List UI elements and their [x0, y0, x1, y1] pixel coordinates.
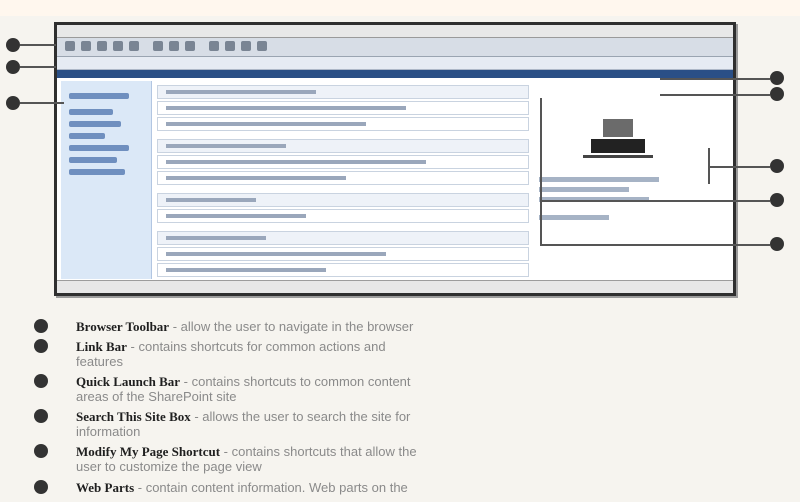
quick-launch-item	[69, 145, 129, 151]
description-term: Link Bar	[76, 339, 127, 354]
description-text: - allow the user to navigate in the brow…	[169, 319, 414, 334]
edit-icon	[241, 41, 251, 51]
callout-leader	[660, 78, 770, 80]
quick-launch-item	[69, 121, 121, 127]
callout-leader	[20, 66, 56, 68]
callout-number-icon	[770, 237, 784, 251]
numbered-bullet-icon	[34, 374, 48, 388]
forward-icon	[81, 41, 91, 51]
description-term: Quick Launch Bar	[76, 374, 181, 389]
quick-launch-item	[69, 133, 105, 139]
right-pane	[539, 85, 721, 277]
description-text: - contains shortcuts that allow the	[220, 444, 417, 459]
web-part-row	[157, 263, 529, 277]
web-part-header	[157, 85, 529, 99]
description-text: - contains shortcuts to common content	[180, 374, 411, 389]
web-part-row	[157, 247, 529, 261]
description-item: Link Bar - contains shortcuts for common…	[76, 339, 386, 354]
status-bar	[57, 280, 733, 293]
callout-leader	[660, 94, 770, 96]
description-item: Browser Toolbar - allow the user to navi…	[76, 319, 413, 334]
quick-launch-item	[69, 169, 125, 175]
web-part-header	[157, 193, 529, 207]
description-term: Search This Site Box	[76, 409, 191, 424]
callout-number-icon	[770, 87, 784, 101]
sharepoint-logo-icon	[583, 119, 653, 158]
description-text: - contains shortcuts for common actions …	[126, 339, 386, 354]
quick-launch-item	[69, 109, 113, 115]
heading-strip	[0, 0, 800, 16]
numbered-bullet-icon	[34, 339, 48, 353]
favorites-icon	[169, 41, 179, 51]
callout-number-icon	[770, 159, 784, 173]
description-item: Quick Launch Bar - contains shortcuts to…	[76, 374, 411, 389]
numbered-bullet-icon	[34, 409, 48, 423]
description-continuation: user to customize the page view	[76, 459, 262, 474]
numbered-bullet-icon	[34, 480, 48, 494]
web-part-row	[157, 171, 529, 185]
description-continuation: areas of the SharePoint site	[76, 389, 237, 404]
callout-number-icon	[770, 71, 784, 85]
numbered-bullet-icon	[34, 319, 48, 333]
callout-leader	[540, 200, 770, 202]
web-part-row	[157, 155, 529, 169]
web-part-row	[157, 101, 529, 115]
web-part-row	[157, 209, 529, 223]
link-bar	[57, 70, 733, 78]
web-parts-area	[157, 85, 529, 277]
search-icon	[153, 41, 163, 51]
quick-launch-item	[69, 93, 129, 99]
browser-toolbar	[57, 38, 733, 57]
back-icon	[65, 41, 75, 51]
mail-icon	[209, 41, 219, 51]
web-part-header	[157, 231, 529, 245]
callout-number-icon	[6, 96, 20, 110]
description-term: Browser Toolbar	[76, 319, 170, 334]
address-bar	[57, 57, 733, 70]
callout-leader	[20, 102, 64, 104]
quick-launch-bar	[61, 81, 152, 279]
callout-number-icon	[6, 60, 20, 74]
description-item: Modify My Page Shortcut - contains short…	[76, 444, 417, 459]
callout-leader	[540, 244, 770, 246]
callout-leader	[708, 166, 770, 168]
print-icon	[225, 41, 235, 51]
home-icon	[129, 41, 139, 51]
numbered-bullet-icon	[34, 444, 48, 458]
description-item: Web Parts - contain content information.…	[76, 480, 408, 495]
refresh-icon	[113, 41, 123, 51]
callout-number-icon	[6, 38, 20, 52]
browser-window-screenshot	[54, 22, 736, 296]
description-term: Web Parts	[76, 480, 135, 495]
description-item: Search This Site Box - allows the user t…	[76, 409, 410, 424]
description-continuation: information	[76, 424, 141, 439]
callout-leader	[20, 44, 56, 46]
quick-launch-item	[69, 157, 117, 163]
web-part-header	[157, 139, 529, 153]
description-text: - allows the user to search the site for	[190, 409, 411, 424]
stop-icon	[97, 41, 107, 51]
discuss-icon	[257, 41, 267, 51]
web-part-row	[157, 117, 529, 131]
description-text: - contain content information. Web parts…	[134, 480, 408, 495]
window-titlebar	[57, 25, 733, 38]
history-icon	[185, 41, 195, 51]
description-continuation: features	[76, 354, 123, 369]
callout-bracket	[540, 98, 542, 246]
description-term: Modify My Page Shortcut	[76, 444, 221, 459]
callout-number-icon	[770, 193, 784, 207]
